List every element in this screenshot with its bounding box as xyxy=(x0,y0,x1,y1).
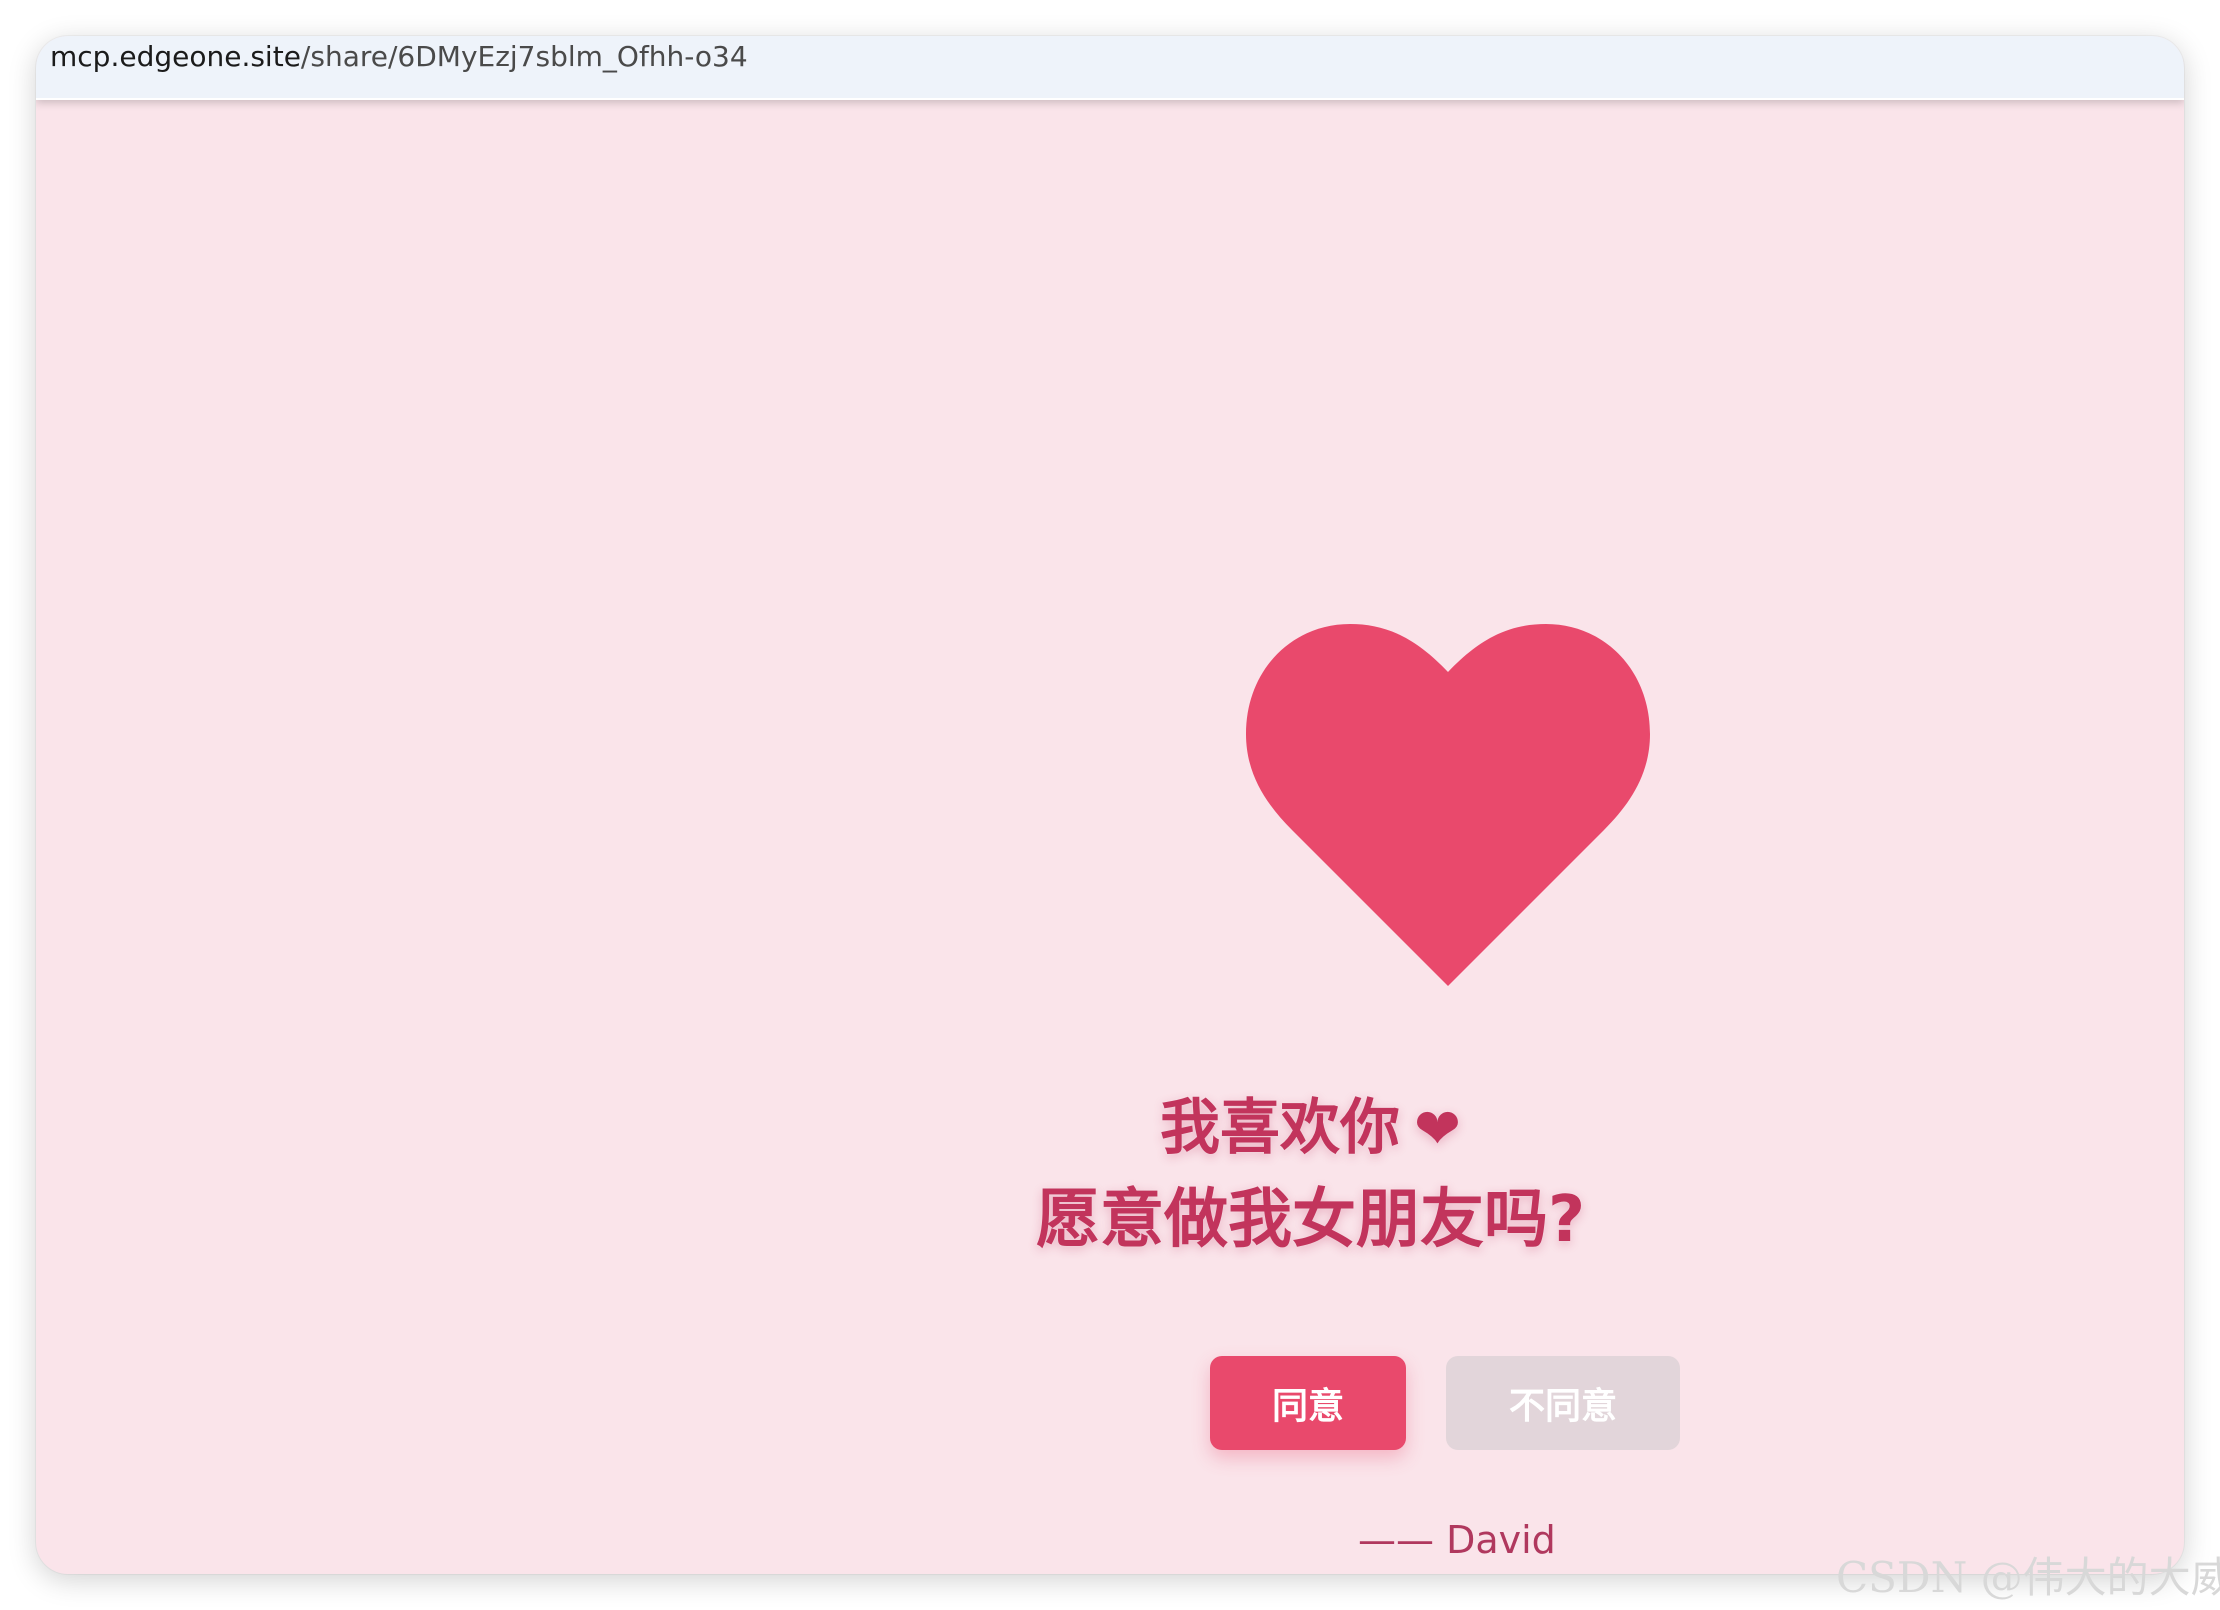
url-host: mcp.edgeone.site xyxy=(50,40,301,73)
url-path: /share/6DMyEzj7sblm_Ofhh-o34 xyxy=(300,40,748,73)
browser-window: mcp.edgeone.site/share/6DMyEzj7sblm_Ofhh… xyxy=(36,36,2184,1574)
headline-line-1-text: 我喜欢你 xyxy=(1160,1093,1400,1163)
heart-shape xyxy=(1246,624,1650,986)
url-text[interactable]: mcp.edgeone.site/share/6DMyEzj7sblm_Ofhh… xyxy=(50,36,748,78)
watermark: CSDN @伟大的大威 xyxy=(1836,1553,2220,1602)
headline-line-2: 愿意做我女朋友吗? xyxy=(1036,1183,1586,1257)
address-bar[interactable]: mcp.edgeone.site/share/6DMyEzj7sblm_Ofhh… xyxy=(36,36,2184,100)
small-heart-icon: ❤ xyxy=(1414,1097,1461,1162)
heart-icon xyxy=(1246,624,1650,986)
signature: —— David xyxy=(1358,1518,1556,1562)
headline-line-1: 我喜欢你 ❤ xyxy=(36,1088,1461,1170)
agree-button[interactable]: 同意 xyxy=(1210,1356,1406,1450)
disagree-button[interactable]: 不同意 xyxy=(1446,1356,1680,1450)
page-content: 我喜欢你 ❤ 愿意做我女朋友吗? 同意 不同意 —— David xyxy=(36,100,2184,1574)
